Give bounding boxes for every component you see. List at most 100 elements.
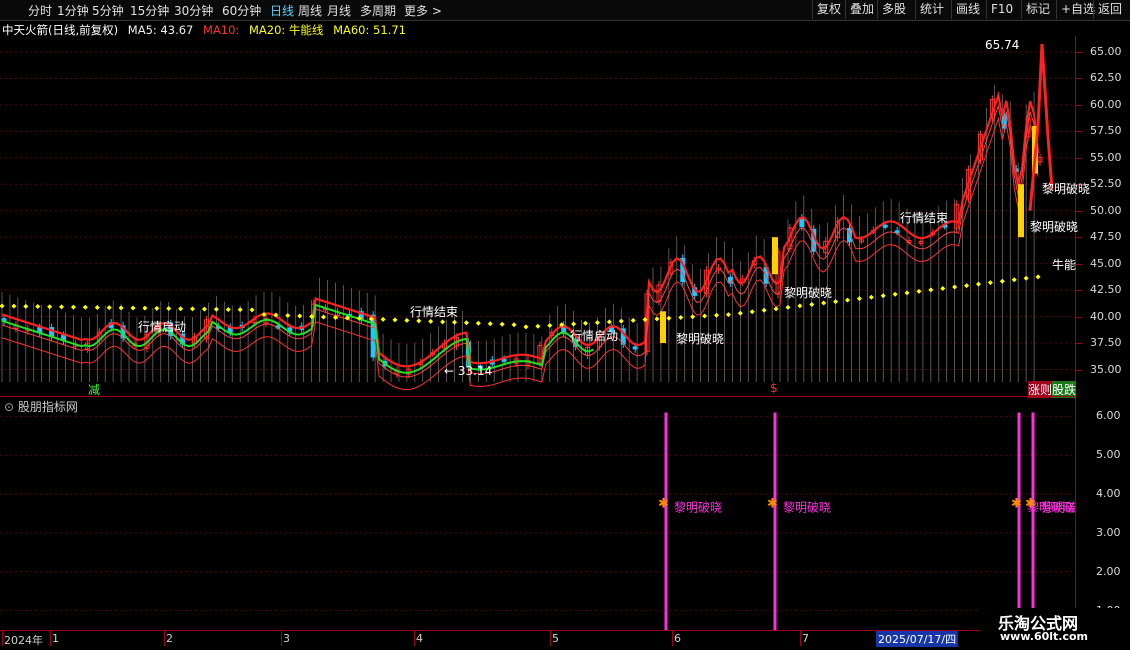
niu-line-dot — [678, 314, 684, 320]
niu-line-dot — [82, 304, 88, 310]
indicator-chart[interactable]: ✱黎明破晓✱黎明破晓✱黎明破晓✱黎明破晓 — [0, 397, 1075, 630]
toolbar-button-3[interactable]: 统计 — [915, 0, 948, 19]
period-tab-9[interactable]: 多周期 — [360, 2, 396, 19]
niu-line-dot — [0, 303, 5, 309]
signal-bar — [772, 237, 778, 275]
price-tick-label: 35.00 — [1090, 362, 1122, 376]
period-tab-7[interactable]: 周线 — [298, 2, 322, 19]
signal-bar — [1018, 184, 1024, 238]
butterfly-icon: ✱ — [767, 497, 778, 512]
price-tick — [1076, 51, 1082, 53]
signal-dawn-2: 黎明破晓 — [784, 286, 833, 300]
price-tick — [1076, 78, 1082, 80]
price-tick — [1076, 316, 1082, 318]
signal-start-2: 行情启动 — [570, 329, 619, 343]
niu-line-dot — [285, 313, 291, 319]
niu-line-dot — [154, 305, 160, 311]
period-tab-2[interactable]: 5分钟 — [92, 2, 124, 19]
niu-line-dot — [594, 320, 600, 326]
right-axis-line — [1075, 36, 1076, 632]
niu-line-dot — [892, 291, 898, 297]
toolbar-button-5[interactable]: F10 — [986, 0, 1017, 19]
stock-name[interactable]: 中天火箭(日线,前复权) — [2, 23, 118, 37]
butterfly-icon: ✱ — [1025, 497, 1036, 512]
signal-bar — [660, 311, 666, 344]
niu-line-dot — [571, 321, 577, 327]
niu-line-dot — [654, 316, 660, 322]
price-tick — [1076, 104, 1082, 106]
price-tick-label: 60.00 — [1090, 97, 1122, 111]
toolbar-button-2[interactable]: 多股 — [877, 0, 910, 19]
niu-line-dot — [380, 316, 386, 322]
indicator-tick-label: 5.00 — [1096, 448, 1121, 462]
niu-line-dot — [630, 317, 636, 323]
niu-line-dot — [178, 306, 184, 312]
date-tick — [800, 631, 801, 646]
niu-line-dot — [106, 305, 112, 311]
niu-line-dot — [547, 322, 553, 328]
watermark-url: www.60lt.com — [1000, 630, 1089, 643]
niu-line-dot — [59, 304, 65, 310]
date-tick — [414, 631, 415, 646]
dawn-signal-label: 黎明破晓 — [674, 500, 722, 515]
niu-line-dot — [797, 303, 803, 309]
niu-line-dot — [535, 323, 541, 329]
indicator-tick-label: 4.00 — [1096, 487, 1121, 501]
price-tick-label: 40.00 — [1090, 309, 1122, 323]
niu-line-dot — [166, 306, 172, 312]
price-tick-label: 65.00 — [1090, 44, 1122, 58]
toolbar-button-6[interactable]: 标记 — [1021, 0, 1054, 19]
signal-dawn-3: 黎明破晓 — [1030, 220, 1079, 234]
niu-line-dot — [999, 278, 1005, 284]
period-tab-0[interactable]: 分时 — [28, 2, 52, 19]
niu-line-dot — [118, 305, 124, 311]
niu-line-dot — [475, 320, 481, 326]
niu-line-dot — [928, 287, 934, 293]
period-tab-4[interactable]: 30分钟 — [174, 2, 213, 19]
dawn-signal-label: 黎明破晓 — [1041, 500, 1075, 515]
niu-line-dot — [523, 324, 529, 330]
toolbar-button-0[interactable]: 复权 — [812, 0, 845, 19]
niu-line-dot — [785, 304, 791, 310]
date-tick-label: 3 — [283, 632, 290, 645]
toolbar-button-8[interactable]: 返回 — [1093, 0, 1126, 19]
period-tab-5[interactable]: 60分钟 — [222, 2, 261, 19]
butterfly-icon: ✱ — [658, 497, 669, 512]
lower-band-line — [1, 116, 1039, 391]
date-tick-label: 4 — [416, 632, 423, 645]
niu-line-dot — [404, 317, 410, 323]
niu-line-dot — [142, 305, 148, 311]
niu-line-dot — [1023, 275, 1029, 281]
niu-line-label: 牛能 — [1052, 258, 1077, 272]
period-tab-10[interactable]: 更多 > — [404, 2, 442, 19]
period-tab-8[interactable]: 月线 — [327, 2, 351, 19]
niu-line-dot — [225, 306, 231, 312]
price-tick — [1076, 237, 1082, 239]
niu-line-dot — [237, 307, 243, 313]
price-tick — [1076, 343, 1082, 345]
signal-end-2: 行情结束 — [900, 211, 949, 225]
niu-line-dot — [987, 280, 993, 286]
period-tab-1[interactable]: 1分钟 — [57, 2, 89, 19]
price-tick — [1076, 369, 1082, 371]
date-tick — [672, 631, 673, 646]
niu-line-dot — [511, 322, 517, 328]
ma60-value: MA60: 51.71 — [333, 23, 406, 37]
toolbar-button-1[interactable]: 叠加 — [845, 0, 878, 19]
low-price-label: ← 33.14 — [444, 364, 493, 378]
date-tick-label: 1 — [52, 632, 59, 645]
date-tick-label: 2024年 — [4, 634, 43, 647]
price-tick-label: 57.50 — [1090, 124, 1122, 138]
niu-line-dot — [690, 314, 696, 320]
niu-line-dot — [452, 319, 458, 325]
period-tab-3[interactable]: 15分钟 — [130, 2, 169, 19]
candle-body — [632, 346, 638, 350]
niu-line-dot — [952, 284, 958, 290]
toolbar-button-4[interactable]: 画线 — [951, 0, 984, 19]
candle-body — [799, 217, 805, 228]
indicator-tick-label: 2.00 — [1096, 564, 1121, 578]
niu-line-dot — [11, 303, 17, 309]
niu-line-dot — [975, 281, 981, 287]
period-tab-6[interactable]: 日线 — [270, 2, 294, 19]
indicator-tick-label: 3.00 — [1096, 525, 1121, 539]
